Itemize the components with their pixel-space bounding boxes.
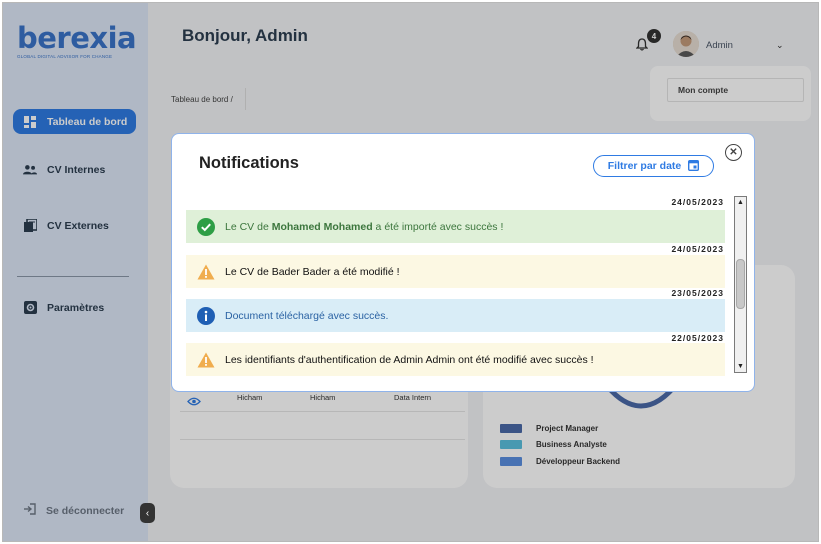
modal-title: Notifications <box>199 154 299 172</box>
close-button[interactable]: ✕ <box>725 144 742 161</box>
notification-text: Document téléchargé avec succès. <box>225 309 389 322</box>
scrollbar-thumb[interactable] <box>736 259 745 309</box>
notification-date: 24/05/2023 <box>671 197 724 207</box>
notification-item[interactable]: Le CV de Mohamed Mohamed a été importé a… <box>186 210 725 243</box>
notification-item[interactable]: Document téléchargé avec succès. <box>186 299 725 332</box>
notification-scrollbar[interactable]: ▲ ▼ <box>734 196 747 373</box>
notification-list: 24/05/2023 Le CV de Mohamed Mohamed a ét… <box>186 194 726 377</box>
warning-icon <box>197 351 215 369</box>
filter-label: Filtrer par date <box>607 160 682 172</box>
notification-text: Le CV de Mohamed Mohamed a été importé a… <box>225 220 504 233</box>
chevron-left-icon: ‹ <box>145 507 150 519</box>
notification-item[interactable]: Le CV de Bader Bader a été modifié ! <box>186 255 725 288</box>
notification-text: Les identifiants d'authentification de A… <box>225 353 594 366</box>
notification-date: 24/05/2023 <box>671 244 724 254</box>
info-icon <box>197 306 215 325</box>
notifications-modal: Notifications Filtrer par date ✕ 24/05/2… <box>171 133 755 392</box>
app-window: berexia GLOBAL DIGITAL ADVISOR FOR CHANG… <box>2 2 819 542</box>
scroll-up-icon[interactable]: ▲ <box>735 197 746 208</box>
sidebar-collapse-button[interactable]: ‹ <box>140 503 155 523</box>
notification-text: Le CV de Bader Bader a été modifié ! <box>225 265 400 278</box>
notification-item[interactable]: Les identifiants d'authentification de A… <box>186 343 725 376</box>
warning-icon <box>197 263 215 281</box>
calendar-icon <box>688 159 700 174</box>
check-circle-icon <box>197 217 215 236</box>
close-icon: ✕ <box>729 147 738 158</box>
notification-date: 23/05/2023 <box>671 288 724 298</box>
scroll-down-icon[interactable]: ▼ <box>735 361 746 372</box>
notification-date: 22/05/2023 <box>671 333 724 343</box>
filter-by-date-button[interactable]: Filtrer par date <box>593 155 714 177</box>
